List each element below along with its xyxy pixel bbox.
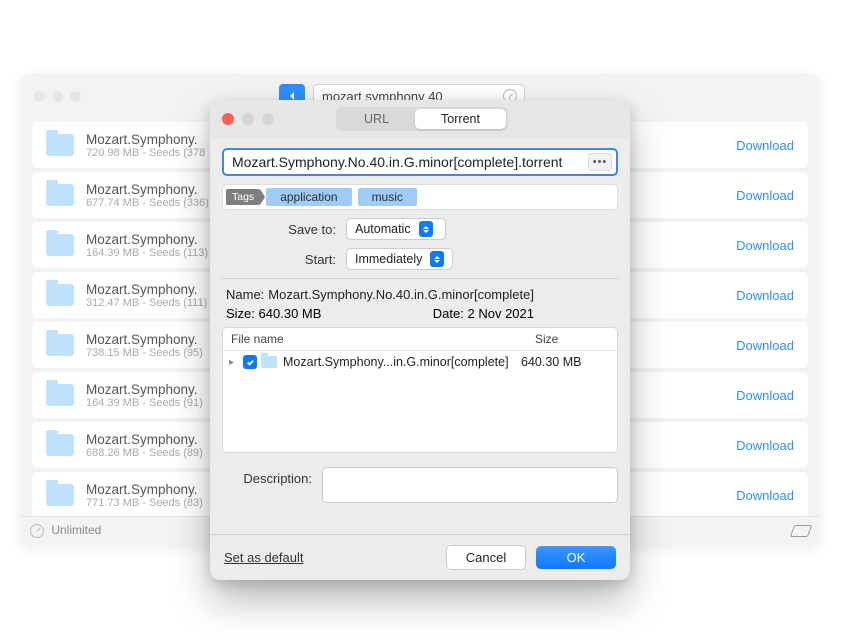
dim-close-icon <box>34 91 45 102</box>
eraser-icon[interactable] <box>790 525 812 537</box>
folder-icon <box>46 134 74 156</box>
download-link[interactable]: Download <box>736 388 794 403</box>
traffic-lights <box>34 91 81 102</box>
download-link[interactable]: Download <box>736 338 794 353</box>
folder-icon <box>46 334 74 356</box>
file-name: Mozart.Symphony...in.G.minor[complete] <box>283 355 517 369</box>
tag-music[interactable]: music <box>358 188 417 206</box>
file-size: 640.30 MB <box>521 355 611 369</box>
close-icon[interactable] <box>222 113 234 125</box>
start-label: Start: <box>222 252 336 267</box>
chevron-updown-icon <box>430 251 444 267</box>
divider <box>222 278 618 279</box>
start-value: Immediately <box>355 252 422 266</box>
speed-label: Unlimited <box>51 523 101 537</box>
file-table-header: File name Size <box>223 328 617 351</box>
dialog-footer: Set as default Cancel OK <box>210 534 630 580</box>
download-link[interactable]: Download <box>736 138 794 153</box>
file-table: File name Size ▸ Mozart.Symphony...in.G.… <box>222 327 618 453</box>
ok-button[interactable]: OK <box>536 546 616 569</box>
dim-max-icon <box>70 91 81 102</box>
add-download-dialog: URL Torrent ••• Tags application music S… <box>210 100 630 580</box>
file-row[interactable]: ▸ Mozart.Symphony...in.G.minor[complete]… <box>223 351 617 373</box>
source-input[interactable] <box>232 154 588 170</box>
folder-icon <box>46 284 74 306</box>
chevron-updown-icon <box>419 221 433 237</box>
size-date-line: Size: 640.30 MB Date: 2 Nov 2021 <box>222 306 618 321</box>
folder-icon <box>46 484 74 506</box>
description-input[interactable] <box>322 467 618 503</box>
tags-label-chip: Tags <box>226 189 260 205</box>
folder-icon <box>46 234 74 256</box>
tags-field[interactable]: Tags application music <box>222 184 618 210</box>
file-checkbox[interactable] <box>243 355 257 369</box>
description-label: Description: <box>222 467 312 486</box>
browse-button[interactable]: ••• <box>588 153 612 171</box>
folder-icon <box>46 184 74 206</box>
col-size[interactable]: Size <box>527 328 617 350</box>
zoom-icon <box>262 113 274 125</box>
cancel-button[interactable]: Cancel <box>446 545 526 570</box>
speed-limit[interactable]: Unlimited <box>30 523 101 538</box>
start-select[interactable]: Immediately <box>346 248 453 270</box>
download-link[interactable]: Download <box>736 488 794 503</box>
folder-icon <box>46 434 74 456</box>
set-default-link[interactable]: Set as default <box>224 550 304 565</box>
folder-icon <box>46 384 74 406</box>
download-link[interactable]: Download <box>736 288 794 303</box>
download-link[interactable]: Download <box>736 188 794 203</box>
name-line: Name:Mozart.Symphony.No.40.in.G.minor[co… <box>222 287 618 302</box>
tab-url[interactable]: URL <box>338 109 415 129</box>
tag-application[interactable]: application <box>266 188 351 206</box>
folder-icon <box>261 356 277 368</box>
tab-torrent[interactable]: Torrent <box>415 109 506 129</box>
download-link[interactable]: Download <box>736 238 794 253</box>
save-to-value: Automatic <box>355 222 411 236</box>
col-filename[interactable]: File name <box>223 328 527 350</box>
dialog-titlebar: URL Torrent <box>210 100 630 138</box>
dim-min-icon <box>52 91 63 102</box>
speedometer-icon <box>30 524 44 538</box>
source-field-wrapper: ••• <box>222 148 618 176</box>
save-to-select[interactable]: Automatic <box>346 218 446 240</box>
chevron-right-icon[interactable]: ▸ <box>229 357 239 368</box>
minimize-icon <box>242 113 254 125</box>
save-to-label: Save to: <box>222 222 336 237</box>
download-link[interactable]: Download <box>736 438 794 453</box>
mode-segmented: URL Torrent <box>336 107 508 131</box>
